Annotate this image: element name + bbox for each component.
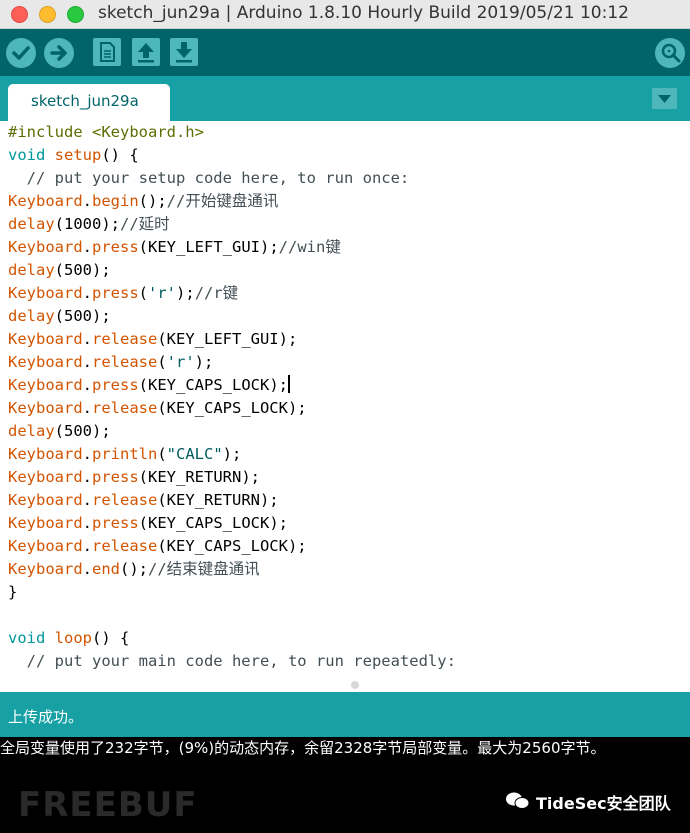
zoom-window-button[interactable] bbox=[67, 6, 84, 23]
upload-button[interactable] bbox=[44, 38, 74, 68]
serial-monitor-button[interactable] bbox=[655, 38, 685, 68]
code-line: void setup() { bbox=[8, 146, 139, 164]
code-editor[interactable]: #include <Keyboard.h> void setup() { // … bbox=[0, 121, 690, 691]
window-title: sketch_jun29a | Arduino 1.8.10 Hourly Bu… bbox=[98, 3, 629, 23]
code-line: Keyboard.press(KEY_LEFT_GUI);//win键 bbox=[8, 238, 341, 256]
code-line: Keyboard.release(KEY_LEFT_GUI); bbox=[8, 330, 298, 348]
code-line: Keyboard.press(KEY_RETURN); bbox=[8, 468, 260, 486]
toolbar bbox=[0, 29, 690, 76]
code-line: Keyboard.release(KEY_CAPS_LOCK); bbox=[8, 399, 307, 417]
account-badge: TideSec安全团队 bbox=[536, 794, 671, 813]
code-line: Keyboard.release('r'); bbox=[8, 353, 214, 371]
status-bar: 上传成功。 bbox=[0, 692, 690, 737]
splitter-handle[interactable] bbox=[351, 681, 359, 689]
code-line: delay(500); bbox=[8, 422, 111, 440]
code-line: delay(500); bbox=[8, 261, 111, 279]
code-line: delay(500); bbox=[8, 307, 111, 325]
tab-menu-button[interactable] bbox=[652, 88, 677, 109]
save-sketch-button[interactable] bbox=[170, 38, 198, 66]
tab-bar: sketch_jun29a bbox=[0, 76, 690, 121]
code-line: Keyboard.begin();//开始键盘通讯 bbox=[8, 192, 279, 210]
console-output: 全局变量使用了232字节，(9%)的动态内存，余留2328字节局部变量。最大为2… bbox=[0, 737, 690, 833]
code-line: // put your setup code here, to run once… bbox=[8, 169, 410, 187]
console-line: 全局变量使用了232字节，(9%)的动态内存，余留2328字节局部变量。最大为2… bbox=[0, 739, 606, 757]
wechat-icon bbox=[506, 792, 530, 809]
code-line: Keyboard.press(KEY_CAPS_LOCK); bbox=[8, 375, 290, 394]
tab-sketch[interactable]: sketch_jun29a bbox=[8, 84, 170, 121]
chevron-down-icon bbox=[658, 95, 671, 103]
watermark-logo: FREEBUF bbox=[18, 785, 198, 825]
upload-icon bbox=[50, 45, 67, 61]
title-bar: sketch_jun29a | Arduino 1.8.10 Hourly Bu… bbox=[0, 0, 690, 29]
code-line: #include <Keyboard.h> bbox=[8, 123, 204, 141]
code-line: } bbox=[8, 583, 18, 601]
minimize-window-button[interactable] bbox=[39, 6, 56, 23]
code-line: Keyboard.end();//结束键盘通讯 bbox=[8, 560, 260, 578]
code-line: // put your main code here, to run repea… bbox=[8, 652, 456, 670]
save-icon bbox=[176, 42, 192, 63]
status-message: 上传成功。 bbox=[8, 708, 84, 726]
code-line: Keyboard.release(KEY_RETURN); bbox=[8, 491, 279, 509]
code-line: Keyboard.println("CALC"); bbox=[8, 445, 242, 463]
code-line: Keyboard.press(KEY_CAPS_LOCK); bbox=[8, 514, 288, 532]
code-line: Keyboard.press('r');//r键 bbox=[8, 284, 239, 302]
text-cursor bbox=[287, 375, 290, 393]
verify-icon bbox=[12, 46, 30, 60]
serial-monitor-icon bbox=[661, 43, 681, 63]
open-icon bbox=[138, 43, 154, 63]
code-line: delay(1000);//延时 bbox=[8, 215, 170, 233]
code-line: void loop() { bbox=[8, 629, 130, 647]
close-window-button[interactable] bbox=[11, 6, 28, 23]
open-sketch-button[interactable] bbox=[132, 38, 160, 66]
tab-label: sketch_jun29a bbox=[31, 92, 139, 110]
verify-button[interactable] bbox=[6, 38, 36, 68]
new-sketch-button[interactable] bbox=[93, 38, 121, 66]
new-icon bbox=[100, 42, 115, 62]
code-line: Keyboard.release(KEY_CAPS_LOCK); bbox=[8, 537, 307, 555]
